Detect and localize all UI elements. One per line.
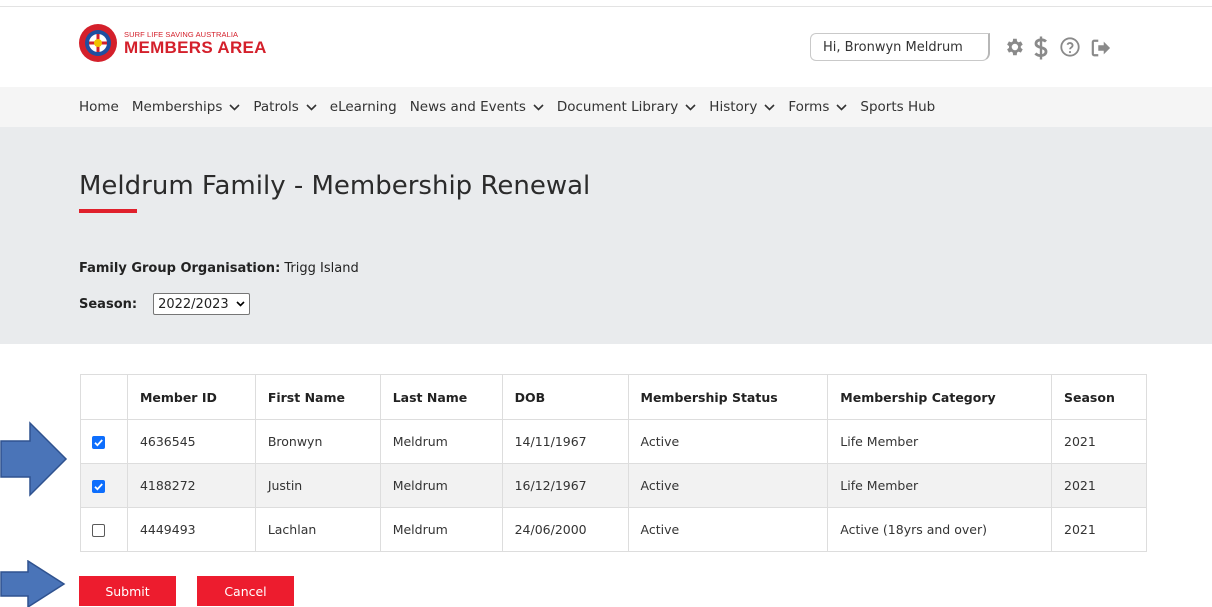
cell-dob: 16/12/1967 [501,463,629,508]
chevron-down-icon [764,103,775,111]
cell-status: Active [627,463,829,508]
nav-item-label: History [709,99,758,115]
nav-item-label: Sports Hub [860,99,936,115]
cell-status: Active [627,507,829,552]
cell-member-id: 4188272 [126,463,256,508]
chevron-down-icon [306,103,317,111]
nav-item-label: Document Library [556,99,679,115]
table-row: 4188272 Justin Meldrum 16/12/1967 Active Life… [80,463,1147,508]
table-row: 4636545 Bronwyn Meldrum 14/11/1967 Active Lif… [80,419,1147,464]
top-divider [0,6,1212,7]
nav-item-history[interactable]: History [709,99,775,115]
checkmark-icon [94,439,103,447]
cell-member-id: 4636545 [126,419,256,464]
cell-season: 2021 [1051,463,1147,508]
table-header-row: Member ID First Name Last Name DOB Membershi… [80,374,1147,420]
family-group-organisation: Family Group Organisation: Trigg Island [79,261,359,276]
surf-life-saving-badge-icon [79,24,117,62]
row-checkbox-checked[interactable] [92,436,105,449]
nav-item-forms[interactable]: Forms [788,99,847,115]
nav-item-document-library[interactable]: Document Library [557,99,696,115]
cell-last: Meldrum [379,419,503,464]
org-value: Trigg Island [284,261,359,276]
nav-item-label: Home [79,99,119,115]
nav-item-home[interactable]: Home [79,99,119,115]
org-label: Family Group Organisation: [79,261,281,276]
nav-item-label: Memberships [131,99,223,115]
select-column-header [80,374,128,420]
cell-category: Active (18yrs and over) [827,507,1052,552]
nav-item-sports-hub[interactable]: Sports Hub [860,99,935,115]
cell-last: Meldrum [379,507,503,552]
row-checkbox-checked[interactable] [92,480,105,493]
annotation-arrow-icon [0,560,66,607]
annotation-arrow-icon [0,421,68,497]
nav-item-label: eLearning [329,99,397,115]
gear-icon[interactable] [1003,36,1025,58]
cell-category: Life Member [827,419,1052,464]
nav-item-label: Forms [788,99,830,115]
title-underline [79,209,137,213]
row-checkbox[interactable] [92,524,105,537]
cell-member-id: 4449493 [126,507,256,552]
cell-first: Lachlan [254,507,381,552]
nav-item-news-and-events[interactable]: News and Events [410,99,544,115]
cell-dob: 24/06/2000 [501,507,629,552]
column-header: Member ID [126,374,256,420]
cell-dob: 14/11/1967 [501,419,629,464]
nav-item-label: Patrols [253,99,299,115]
submit-button[interactable]: Submit [79,576,176,606]
chevron-down-icon [229,103,240,111]
nav-item-label: News and Events [409,99,526,115]
user-greeting[interactable]: Hi, Bronwyn Meldrum [810,33,990,61]
cell-season: 2021 [1051,419,1147,464]
cell-first: Justin [254,463,381,508]
chevron-down-icon [533,103,544,111]
column-header: First Name [254,374,381,420]
season-label: Season: [79,296,138,312]
chevron-down-icon [685,103,696,111]
chevron-down-icon [836,103,847,111]
logout-icon[interactable] [1090,38,1112,58]
table-row: 4449493 Lachlan Meldrum 24/06/2000 Active Act… [80,507,1147,552]
nav-item-elearning[interactable]: eLearning [330,99,397,115]
members-table: Member ID First Name Last Name DOB Membershi… [80,374,1147,552]
cell-category: Life Member [827,463,1052,508]
logo-title: MEMBERS AREA [124,37,267,57]
column-header: Season [1051,374,1147,420]
column-header: Membership Status [627,374,829,420]
cell-season: 2021 [1051,507,1147,552]
cell-first: Bronwyn [254,419,381,464]
select-cell [80,507,128,552]
site-logo[interactable]: SURF LIFE SAVING AUSTRALIA MEMBERS AREA [78,23,267,63]
column-header: Membership Category [827,374,1052,420]
page-header: Meldrum Family - Membership Renewal Fami… [0,127,1212,344]
select-cell [80,463,128,508]
nav-item-patrols[interactable]: Patrols [253,99,317,115]
season-selected-value: 2022/2023 [158,296,229,312]
season-select[interactable]: 2022/2023 [153,293,251,315]
dollar-icon[interactable] [1033,36,1049,60]
help-icon[interactable] [1059,36,1081,58]
main-nav: Home Memberships Patrols eLearning News and … [0,87,1212,127]
cell-status: Active [627,419,829,464]
cancel-button[interactable]: Cancel [197,576,294,606]
page-title: Meldrum Family - Membership Renewal [79,171,591,201]
season-row: Season: 2022/2023 [79,293,251,315]
nav-item-memberships[interactable]: Memberships [132,99,240,115]
column-header: DOB [501,374,629,420]
chevron-down-icon [236,301,245,307]
checkmark-icon [94,483,103,491]
cell-last: Meldrum [379,463,503,508]
select-cell [80,419,128,464]
column-header: Last Name [379,374,503,420]
